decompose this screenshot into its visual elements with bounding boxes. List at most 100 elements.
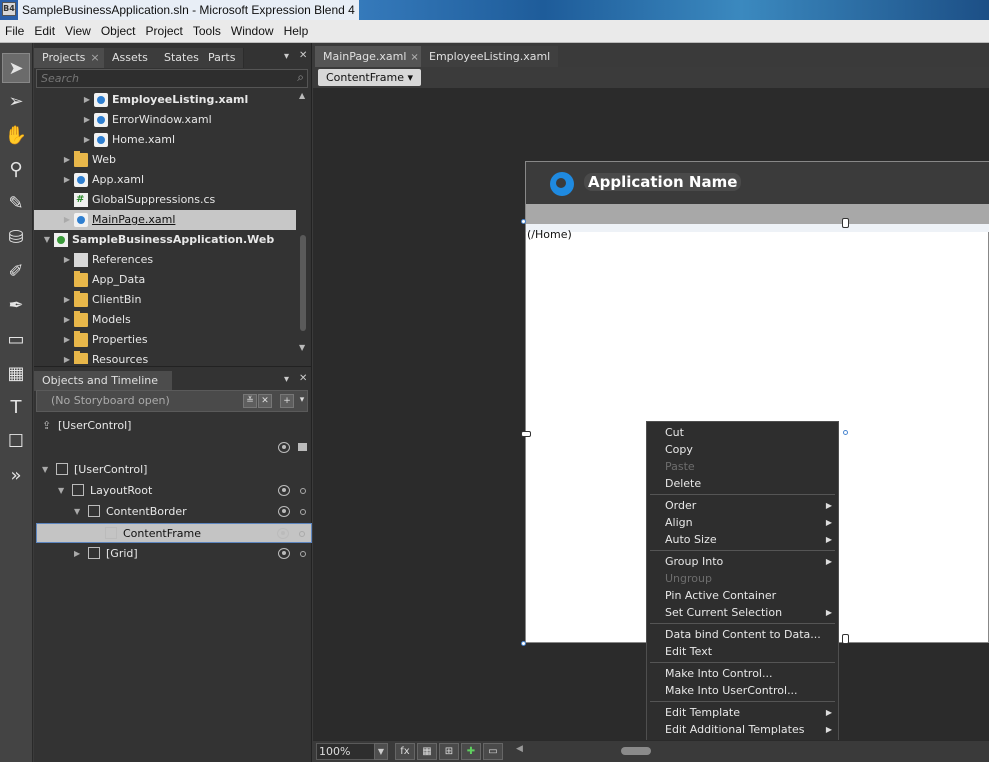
menu-item-order[interactable]: Order ▶ [647, 497, 838, 514]
collapsed-arrow-icon[interactable]: ▶ [62, 330, 72, 350]
annotations-icon[interactable]: ▭ [483, 743, 503, 760]
tree-item[interactable]: ▶ ClientBin [34, 290, 296, 310]
tree-item[interactable]: ▶ Home.xaml [34, 130, 296, 150]
document-tab[interactable]: MainPage.xaml × [315, 46, 427, 67]
menu-object[interactable]: Object [96, 20, 141, 43]
menu-item-align[interactable]: Align ▶ [647, 514, 838, 531]
snap-to-snaplines-icon[interactable]: ✚ [461, 743, 481, 760]
scroll-down-icon[interactable]: ▼ [299, 343, 305, 352]
collapsed-arrow-icon[interactable]: ▶ [62, 170, 72, 190]
close-tab-icon[interactable]: × [90, 51, 99, 64]
menu-item-auto-size[interactable]: Auto Size ▶ [647, 531, 838, 548]
tree-item[interactable]: ▶ EmployeeListing.xaml [34, 90, 296, 110]
collapsed-arrow-icon[interactable]: ▶ [62, 310, 72, 330]
menu-help[interactable]: Help [279, 20, 314, 43]
tab-assets[interactable]: Assets [104, 48, 157, 68]
menu-tools[interactable]: Tools [188, 20, 226, 43]
tab-parts[interactable]: Parts [200, 48, 245, 68]
collapsed-arrow-icon[interactable]: ▶ [82, 90, 92, 110]
expanded-arrow-icon[interactable]: ▼ [42, 460, 48, 480]
menu-item-pin-active-container[interactable]: Pin Active Container [647, 587, 838, 604]
collapsed-arrow-icon[interactable]: ▶ [82, 130, 92, 150]
asset-expand-icon[interactable]: » [2, 461, 30, 491]
menu-item-set-current-selection[interactable]: Set Current Selection ▶ [647, 604, 838, 621]
close-tab-icon[interactable]: × [410, 52, 418, 63]
pin-icon[interactable]: ▾ [284, 51, 289, 62]
menu-item-delete[interactable]: Delete [647, 475, 838, 492]
textblock-icon[interactable]: T [2, 393, 30, 423]
pen-icon[interactable]: ✒ [2, 291, 30, 321]
corner-anchor-top-left[interactable] [521, 219, 526, 224]
collapsed-arrow-icon[interactable]: ▶ [62, 250, 72, 270]
resize-handle-top[interactable] [842, 218, 849, 228]
tree-item[interactable]: ▶ Resources [34, 350, 296, 364]
expanded-arrow-icon[interactable]: ▼ [42, 230, 52, 250]
direct-selection-icon[interactable]: ➢ [2, 87, 30, 117]
eye-icon[interactable] [278, 485, 290, 496]
tree-item[interactable]: GlobalSuppressions.cs [34, 190, 296, 210]
resize-handle-bottom[interactable] [842, 634, 849, 644]
tree-item[interactable]: ▶ Properties [34, 330, 296, 350]
project-tree-scrollbar[interactable]: ▲ ▼ [299, 91, 307, 359]
menu-item-copy[interactable]: Copy [647, 441, 838, 458]
horizontal-scroll-thumb[interactable] [621, 747, 651, 755]
document-tab[interactable]: EmployeeListing.xaml [421, 46, 559, 67]
paint-bucket-icon[interactable]: ⛁ [2, 223, 30, 253]
lock-toggle-icon[interactable] [300, 551, 306, 557]
collapsed-arrow-icon[interactable]: ▶ [62, 210, 72, 230]
object-tree-item[interactable]: ▼ LayoutRoot [36, 481, 312, 501]
corner-anchor-bottom-left[interactable] [521, 641, 526, 646]
expanded-arrow-icon[interactable]: ▼ [74, 502, 80, 522]
storyboard-dropdown-icon[interactable]: ≚ [243, 394, 257, 408]
close-panel-icon[interactable]: ✕ [299, 50, 307, 61]
tree-item[interactable]: ▶ Web [34, 150, 296, 170]
eye-icon[interactable] [277, 528, 289, 539]
object-tree-item[interactable]: ▼ [UserControl] [36, 460, 312, 480]
rectangle-icon[interactable]: ▭ [2, 325, 30, 355]
storyboard-picker[interactable]: (No Storyboard open) ≚ ✕ + ▾ [36, 390, 308, 412]
menu-window[interactable]: Window [226, 20, 279, 43]
tree-item[interactable]: ▼ SampleBusinessApplication.Web [34, 230, 296, 250]
lock-icon[interactable] [298, 443, 307, 451]
menu-view[interactable]: View [60, 20, 96, 43]
new-storyboard-icon[interactable]: + [280, 394, 294, 408]
expanded-arrow-icon[interactable]: ▼ [58, 481, 64, 501]
selection-arrow-icon[interactable]: ➤ [2, 53, 30, 83]
object-tree-item[interactable]: ▶ [Grid] [36, 544, 312, 564]
tree-item[interactable]: ▶ References [34, 250, 296, 270]
close-panel-icon[interactable]: ✕ [299, 373, 307, 384]
project-search-input[interactable] [37, 70, 287, 87]
object-tree-item[interactable]: ▼ ContentBorder [36, 502, 312, 522]
lock-toggle-icon[interactable] [300, 509, 306, 515]
menu-item-edit-template[interactable]: Edit Template ▶ [647, 704, 838, 721]
eye-icon[interactable] [278, 442, 290, 453]
zoom-magnifier-icon[interactable]: ⚲ [2, 155, 30, 185]
menu-project[interactable]: Project [141, 20, 188, 43]
show-grid-icon[interactable]: ▦ [417, 743, 437, 760]
eye-icon[interactable] [278, 506, 290, 517]
collapsed-arrow-icon[interactable]: ▶ [74, 544, 80, 564]
menu-item-group-into[interactable]: Group Into ▶ [647, 553, 838, 570]
menu-item-cut[interactable]: Cut [647, 424, 838, 441]
scroll-up-icon[interactable]: ▲ [299, 91, 305, 100]
menu-item-edit-additional-templates[interactable]: Edit Additional Templates ▶ [647, 721, 838, 738]
object-tree-item[interactable]: ContentFrame [36, 523, 312, 543]
grid-layout-icon[interactable]: ▦ [2, 359, 30, 389]
scope-row[interactable]: ⇪ [UserControl] [36, 416, 312, 436]
tree-item[interactable]: ▶ App.xaml [34, 170, 296, 190]
zoom-input[interactable] [317, 744, 361, 759]
collapsed-arrow-icon[interactable]: ▶ [62, 350, 72, 364]
effects-toggle-icon[interactable]: fx [395, 743, 415, 760]
objects-timeline-tab[interactable]: Objects and Timeline [34, 371, 172, 391]
pan-hand-icon[interactable]: ✋ [2, 121, 30, 151]
zoom-dropdown-icon[interactable]: ▼ [374, 743, 388, 760]
menu-item-edit-text[interactable]: Edit Text [647, 643, 838, 660]
tab-projects[interactable]: Projects × [34, 48, 109, 68]
control-icon[interactable]: ☐ [2, 427, 30, 457]
tree-item[interactable]: ▶ MainPage.xaml [34, 210, 296, 230]
menu-file[interactable]: File [0, 20, 29, 43]
search-icon[interactable]: ⌕ [297, 70, 304, 85]
storyboard-menu-icon[interactable]: ▾ [295, 394, 309, 408]
scroll-left-icon[interactable]: ◀ [516, 744, 523, 754]
collapsed-arrow-icon[interactable]: ▶ [62, 290, 72, 310]
